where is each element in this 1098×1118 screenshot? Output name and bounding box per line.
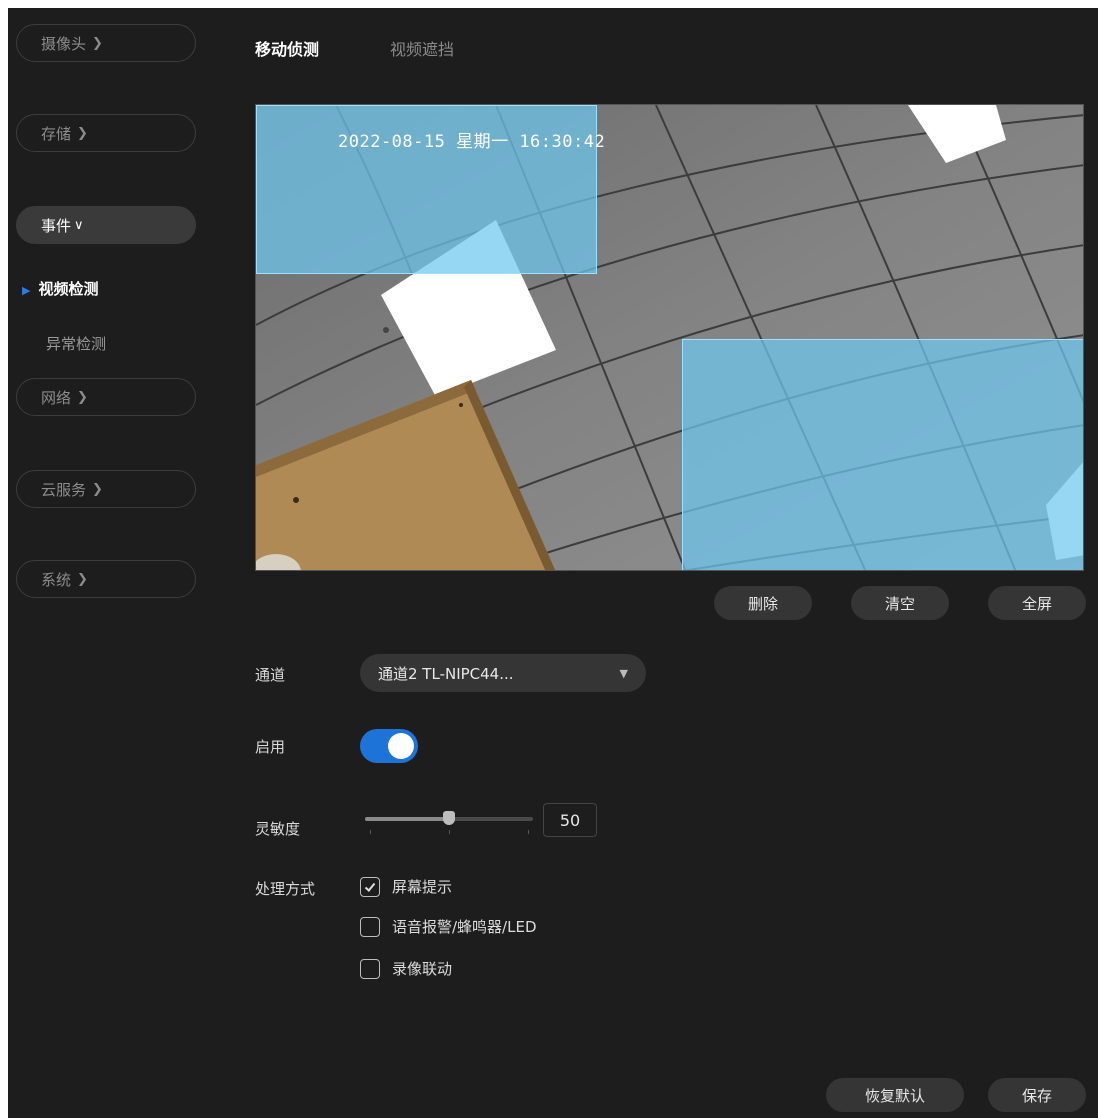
- checkbox-screen-prompt[interactable]: 屏幕提示: [360, 876, 452, 897]
- slider-tick: [528, 830, 529, 834]
- checkbox-label: 屏幕提示: [392, 878, 453, 896]
- chevron-down-icon: ∨: [74, 217, 84, 233]
- nav-storage-label: 存储: [41, 124, 72, 143]
- sensitivity-label: 灵敏度: [255, 820, 301, 838]
- slider-fill: [365, 817, 449, 821]
- delete-button[interactable]: 删除: [714, 586, 812, 620]
- sub-item-video-detection[interactable]: ▶ 视频检测: [22, 278, 98, 299]
- chevron-right-icon: ❯: [77, 571, 88, 587]
- chevron-right-icon: ❯: [77, 125, 88, 141]
- sub-item-anomaly-detection[interactable]: 异常检测: [46, 333, 106, 354]
- slider-tick: [449, 830, 450, 834]
- action-label: 处理方式: [255, 880, 316, 898]
- nav-cloud-label: 云服务: [41, 480, 87, 499]
- dropdown-arrow-icon: ▼: [619, 666, 628, 680]
- nav-event[interactable]: 事件 ∨: [16, 206, 196, 244]
- slider-thumb[interactable]: [443, 811, 455, 825]
- tab-video-occlusion[interactable]: 视频遮挡: [390, 36, 454, 60]
- settings-app: 摄像头 ❯ 存储 ❯ 事件 ∨ ▶ 视频检测 异常检测 网络 ❯ 云服务 ❯ 系统…: [8, 8, 1098, 1118]
- nav-camera-label: 摄像头: [41, 34, 87, 53]
- checkbox-label: 录像联动: [392, 960, 453, 978]
- nav-event-label: 事件: [41, 216, 72, 235]
- osd-timestamp: 2022-08-15 星期一 16:30:42: [338, 132, 606, 152]
- checkbox-unchecked-icon: [360, 958, 380, 979]
- sensitivity-input[interactable]: 50: [543, 803, 597, 837]
- detection-region-2[interactable]: [682, 339, 1083, 570]
- fullscreen-button[interactable]: 全屏: [988, 586, 1086, 620]
- video-preview[interactable]: 2022-08-15 星期一 16:30:42: [255, 104, 1084, 571]
- nav-network-label: 网络: [41, 388, 72, 407]
- save-button[interactable]: 保存: [988, 1078, 1086, 1112]
- checkbox-voice-alarm[interactable]: 语音报警/蜂鸣器/LED: [360, 916, 537, 937]
- nav-network[interactable]: 网络 ❯: [16, 378, 196, 416]
- checkbox-unchecked-icon: [360, 916, 380, 937]
- chevron-right-icon: ❯: [92, 481, 103, 497]
- sub-item-label: 异常检测: [46, 335, 107, 353]
- enable-toggle[interactable]: [360, 729, 418, 763]
- nav-storage[interactable]: 存储 ❯: [16, 114, 196, 152]
- clear-button[interactable]: 清空: [851, 586, 949, 620]
- channel-select-value: 通道2 TL-NIPC44...: [378, 664, 514, 683]
- channel-select[interactable]: 通道2 TL-NIPC44... ▼: [360, 654, 646, 692]
- nav-camera[interactable]: 摄像头 ❯: [16, 24, 196, 62]
- chevron-right-icon: ❯: [77, 389, 88, 405]
- chevron-right-icon: ❯: [92, 35, 103, 51]
- nav-system-label: 系统: [41, 570, 72, 589]
- slider-tick: [370, 830, 371, 834]
- nav-cloud[interactable]: 云服务 ❯: [16, 470, 196, 508]
- channel-label: 通道: [255, 666, 286, 684]
- tab-motion-detection[interactable]: 移动侦测: [255, 36, 319, 60]
- sub-item-label: 视频检测: [38, 280, 99, 298]
- caret-right-icon: ▶: [22, 284, 31, 297]
- enable-label: 启用: [255, 738, 286, 756]
- checkbox-record-linkage[interactable]: 录像联动: [360, 958, 452, 979]
- restore-default-button[interactable]: 恢复默认: [826, 1078, 964, 1112]
- checkbox-label: 语音报警/蜂鸣器/LED: [392, 918, 537, 936]
- nav-system[interactable]: 系统 ❯: [16, 560, 196, 598]
- toggle-knob: [388, 733, 414, 759]
- checkbox-checked-icon: [360, 876, 380, 897]
